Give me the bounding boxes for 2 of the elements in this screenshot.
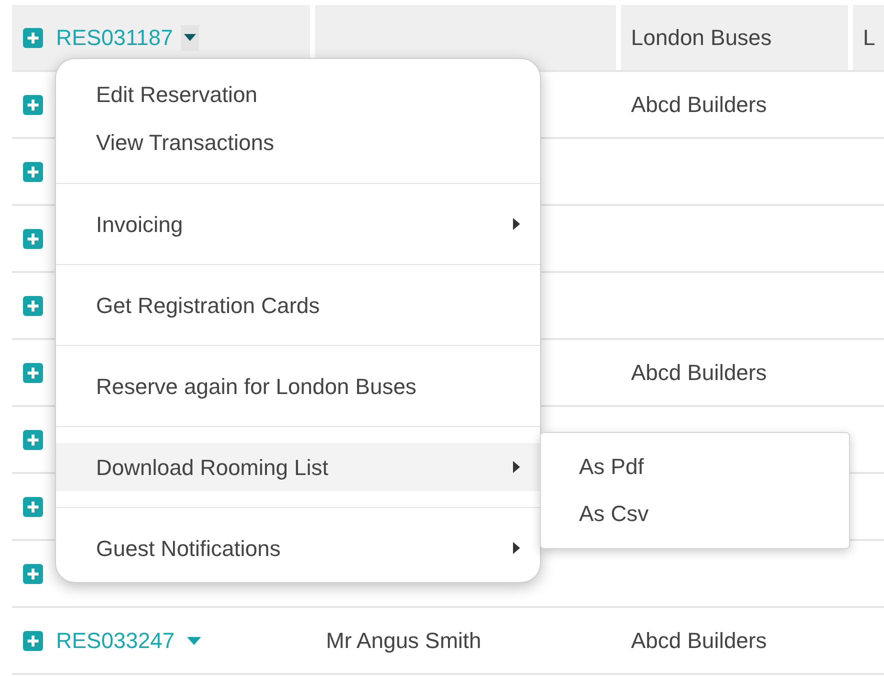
table-cell: Mr Angus Smith	[310, 608, 616, 673]
table-cell: Abcd Builders	[616, 608, 848, 673]
